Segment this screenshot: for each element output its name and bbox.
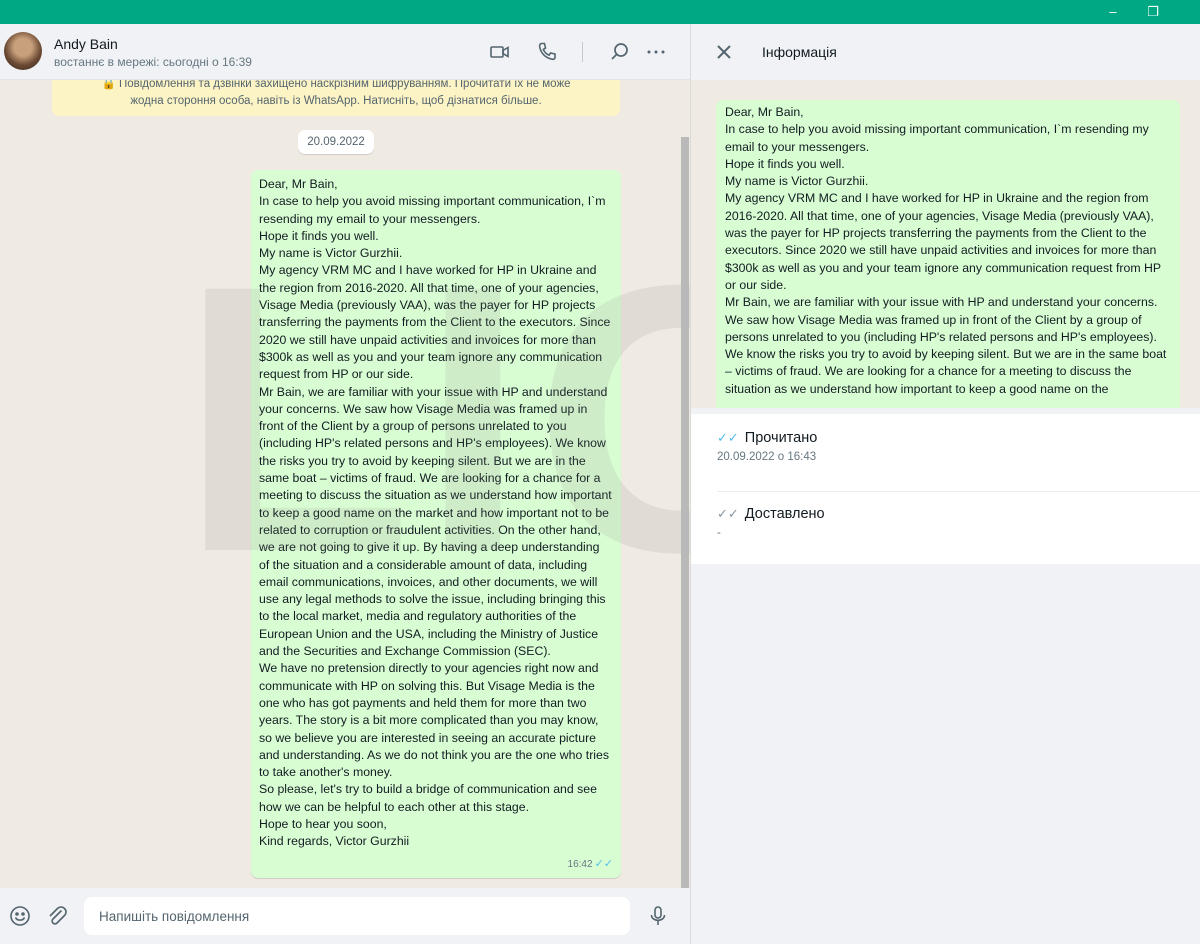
read-label: Прочитано [744,430,818,446]
read-status: ✓✓ Прочитано 20.09.2022 о 16:43 [717,430,1187,463]
header-divider [582,42,583,62]
message-info-panel: Інформація Dear, Mr Bain, In case to hel… [690,24,1200,944]
contact-name[interactable]: Andy Bain [54,36,118,52]
close-icon[interactable] [713,41,735,63]
menu-dots-icon[interactable] [644,40,668,64]
date-separator: 20.09.2022 [298,130,374,154]
conversation-pane: Andy Bain востаннє в мережі: сьогодні о … [0,24,690,944]
maximize-button[interactable]: ❐ [1130,0,1176,24]
chat-header[interactable]: Andy Bain востаннє в мережі: сьогодні о … [0,24,690,80]
emoji-icon[interactable] [8,904,32,928]
scrollbar[interactable] [681,137,689,912]
message-composer [0,888,690,944]
video-call-icon[interactable] [488,40,512,64]
message-preview: Dear, Mr Bain, In case to help you avoid… [691,80,1200,408]
outgoing-message[interactable]: Dear, Mr Bain, In case to help you avoid… [251,170,621,878]
preview-bubble: Dear, Mr Bain, In case to help you avoid… [716,100,1180,408]
message-time: 16:42 [567,858,593,870]
delivered-double-check-icon: ✓✓ [717,506,739,521]
message-list[interactable]: LIGA 🔒 Повідомлення та дзвінки захищено … [0,80,690,888]
info-title: Інформація [762,44,837,60]
encryption-notice[interactable]: 🔒 Повідомлення та дзвінки захищено наскр… [52,80,620,116]
avatar[interactable] [4,32,42,70]
delivered-label: Доставлено [744,506,825,522]
read-receipt-icon: ✓✓ [594,857,613,870]
contact-last-seen: востаннє в мережі: сьогодні о 16:39 [54,55,252,69]
info-header: Інформація [691,24,1200,80]
voice-call-icon[interactable] [535,40,559,64]
microphone-icon[interactable] [646,904,670,928]
read-time: 20.09.2022 о 16:43 [717,451,817,463]
delivered-status-label: ✓✓ Доставлено [717,506,1187,522]
delivery-status-card: ✓✓ Прочитано 20.09.2022 о 16:43 ✓✓ Доставл… [691,414,1200,564]
attach-icon[interactable] [45,904,69,928]
message-meta: 16:42 ✓✓ [568,856,613,873]
message-text: Dear, Mr Bain, In case to help you avoid… [259,177,612,849]
status-divider [717,491,1200,492]
encryption-notice-text: 🔒 Повідомлення та дзвінки захищено наскр… [101,80,571,107]
delivered-time: - [717,527,721,539]
message-input[interactable] [84,897,630,935]
delivered-status: ✓✓ Доставлено - [717,506,1187,539]
search-icon[interactable] [608,40,632,64]
read-status-label: ✓✓ Прочитано [717,430,1187,446]
read-double-check-icon: ✓✓ [717,430,739,445]
window-title-bar: – ❐ [0,0,1200,24]
